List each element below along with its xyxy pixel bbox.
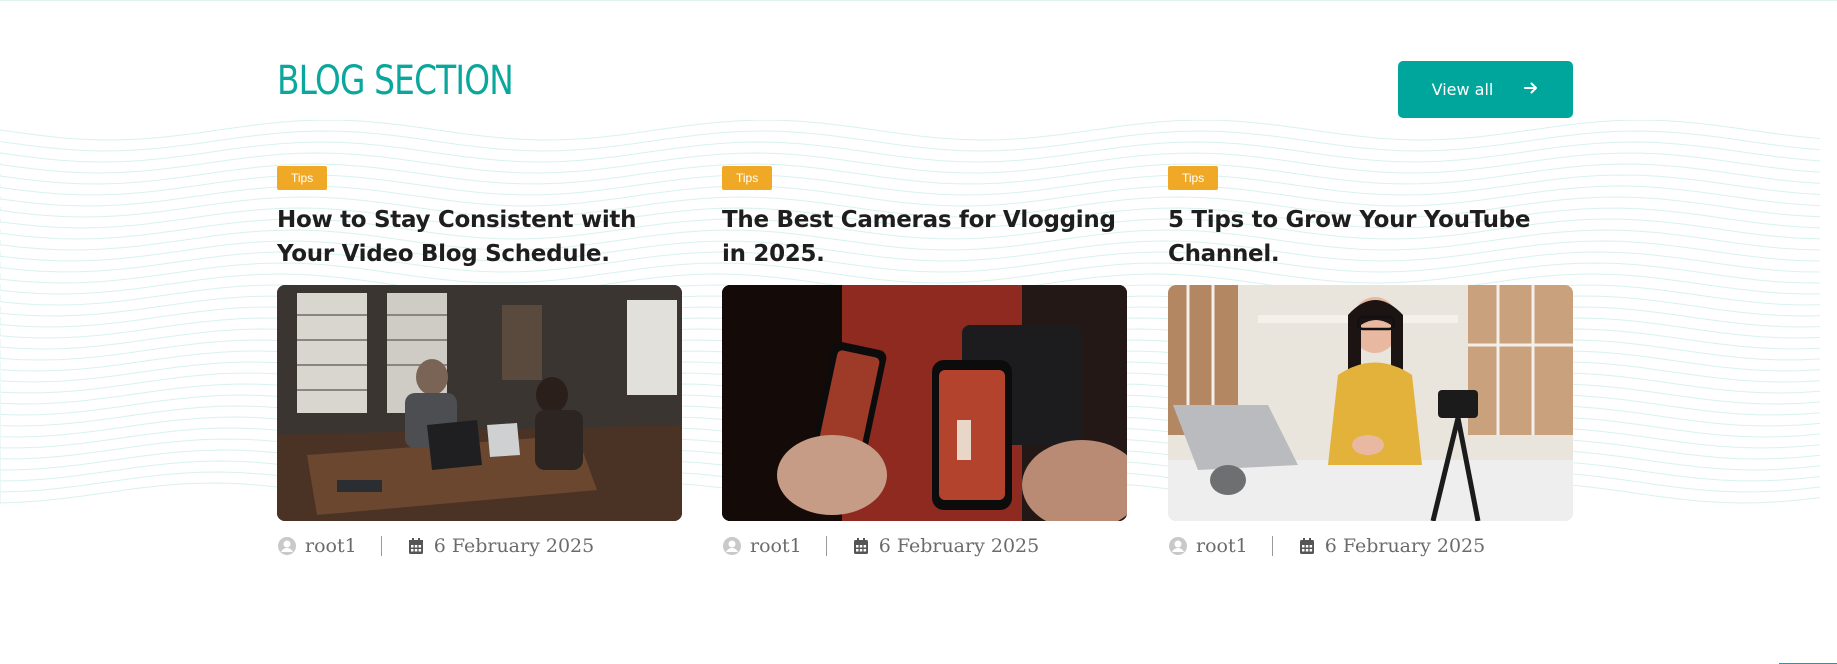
calendar-icon [851, 536, 871, 556]
view-all-label: View all [1431, 80, 1494, 99]
category-tag[interactable]: Tips [277, 166, 328, 190]
user-avatar-icon [1168, 536, 1188, 556]
user-avatar-icon [722, 536, 742, 556]
post-author[interactable]: root1 [750, 535, 802, 557]
meta-separator [825, 536, 827, 556]
post-title: 5 Tips to Grow Your YouTube Channel. [1168, 203, 1573, 273]
post-meta: root1 6 February 2025 [722, 535, 1127, 557]
category-tag[interactable]: Tips [1168, 166, 1219, 190]
blog-card: Tips How to Stay Consistent with Your Vi… [277, 166, 682, 557]
blog-card: Tips 5 Tips to Grow Your YouTube Channel… [1168, 166, 1573, 557]
post-date: 6 February 2025 [1324, 535, 1486, 557]
post-title: The Best Cameras for Vlogging in 2025. [722, 203, 1127, 273]
blog-section: BLOG SECTION View all Tips How to Stay C… [277, 0, 1573, 664]
calendar-icon [1297, 536, 1317, 556]
meta-separator [1271, 536, 1273, 556]
post-title-link[interactable]: 5 Tips to Grow Your YouTube Channel. [1168, 207, 1530, 267]
user-avatar-icon [277, 536, 297, 556]
view-all-button[interactable]: View all [1398, 61, 1573, 118]
arrow-right-icon [1523, 80, 1539, 100]
post-date: 6 February 2025 [878, 535, 1040, 557]
category-tag[interactable]: Tips [722, 166, 773, 190]
post-title: How to Stay Consistent with Your Video B… [277, 203, 682, 273]
post-thumbnail[interactable] [277, 285, 682, 521]
post-meta: root1 6 February 2025 [277, 535, 682, 557]
meta-separator [380, 536, 382, 556]
post-title-link[interactable]: The Best Cameras for Vlogging in 2025. [722, 207, 1116, 267]
section-title: BLOG SECTION [277, 58, 514, 104]
post-meta: root1 6 February 2025 [1168, 535, 1573, 557]
post-thumbnail[interactable] [722, 285, 1127, 521]
post-date: 6 February 2025 [433, 535, 595, 557]
blog-card: Tips The Best Cameras for Vlogging in 20… [722, 166, 1127, 557]
post-thumbnail[interactable] [1168, 285, 1573, 521]
calendar-icon [406, 536, 426, 556]
post-author[interactable]: root1 [1196, 535, 1248, 557]
post-author[interactable]: root1 [305, 535, 357, 557]
post-title-link[interactable]: How to Stay Consistent with Your Video B… [277, 207, 636, 267]
